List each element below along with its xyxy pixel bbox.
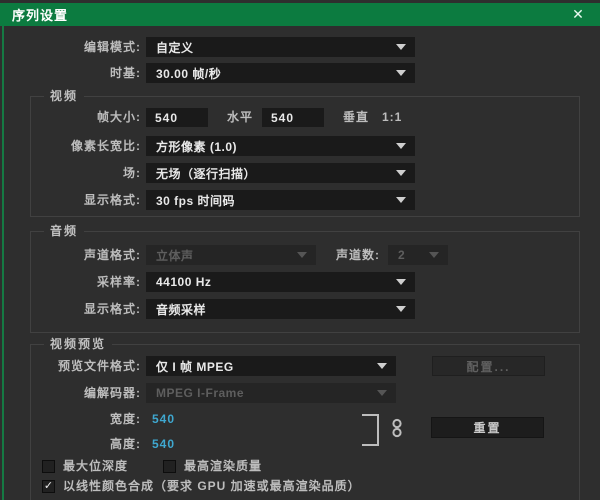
channel-format-dropdown: 立体声 <box>146 245 316 265</box>
frame-size-label: 帧大小: <box>97 110 141 124</box>
link-width-height-icon[interactable] <box>390 418 404 443</box>
edit-mode-value: 自定义 <box>156 40 194 55</box>
chevron-down-icon <box>297 252 307 258</box>
channel-count-label: 声道数: <box>336 248 380 262</box>
chevron-down-icon <box>396 143 406 149</box>
chevron-down-icon <box>396 70 406 76</box>
linear-color-label: 以线性颜色合成（要求 GPU 加速或最高渲染品质） <box>63 479 361 493</box>
chevron-down-icon <box>377 363 387 369</box>
window-edge-highlight <box>2 26 4 500</box>
pixel-aspect-dropdown[interactable]: 方形像素 (1.0) <box>146 136 415 156</box>
close-icon: ✕ <box>572 6 584 22</box>
preview-width-label: 宽度: <box>110 412 141 426</box>
reset-button[interactable]: 重置 <box>431 417 544 438</box>
aspect-ratio-value: 1:1 <box>382 110 403 124</box>
edit-mode-dropdown[interactable]: 自定义 <box>146 37 415 57</box>
configure-button-label: 配置... <box>466 359 511 374</box>
codec-value: MPEG I-Frame <box>156 386 245 400</box>
vertical-label: 垂直 <box>342 110 369 124</box>
timebase-dropdown[interactable]: 30.00 帧/秒 <box>146 63 415 83</box>
preview-height-value: 540 <box>152 437 176 451</box>
reset-button-label: 重置 <box>473 421 502 435</box>
horizontal-label: 水平 <box>226 110 253 124</box>
preview-width-value: 540 <box>152 412 176 426</box>
dialog-title: 序列设置 <box>12 8 69 23</box>
max-bit-depth-label: 最大位深度 <box>63 459 129 473</box>
chevron-down-icon <box>396 197 406 203</box>
audio-display-format-dropdown[interactable]: 音频采样 <box>146 299 415 319</box>
channel-format-label: 声道格式: <box>84 248 141 262</box>
channel-count-dropdown: 2 <box>388 245 448 265</box>
sequence-settings-dialog: 序列设置 ✕ 编辑模式: 自定义 时基: 30.00 帧/秒 视频 帧大小: 水… <box>0 0 600 500</box>
close-button[interactable]: ✕ <box>565 3 591 26</box>
preview-file-format-value: 仅 I 帧 MPEG <box>156 359 234 374</box>
max-render-quality-checkbox[interactable] <box>163 460 176 473</box>
chevron-down-icon <box>396 44 406 50</box>
fields-label: 场: <box>123 166 141 180</box>
video-display-format-label: 显示格式: <box>84 193 141 207</box>
fields-value: 无场（逐行扫描） <box>156 166 257 181</box>
sample-rate-value: 44100 Hz <box>156 275 212 289</box>
sample-rate-dropdown[interactable]: 44100 Hz <box>146 272 415 292</box>
video-section-legend: 视频 <box>44 88 85 104</box>
sample-rate-label: 采样率: <box>97 275 141 289</box>
frame-height-input[interactable] <box>262 108 324 127</box>
max-bit-depth-checkbox[interactable] <box>42 460 55 473</box>
codec-label: 编解码器: <box>84 386 141 400</box>
audio-display-format-label: 显示格式: <box>84 302 141 316</box>
dialog-titlebar: 序列设置 <box>0 3 600 26</box>
checkmark-icon: ✓ <box>43 480 54 492</box>
frame-width-input[interactable] <box>146 108 208 127</box>
codec-dropdown: MPEG I-Frame <box>146 383 396 403</box>
video-display-format-value: 30 fps 时间码 <box>156 193 236 208</box>
audio-display-format-value: 音频采样 <box>156 302 207 317</box>
chevron-down-icon <box>396 170 406 176</box>
linear-color-checkbox[interactable]: ✓ <box>42 480 55 493</box>
chevron-down-icon <box>377 390 387 396</box>
channel-count-value: 2 <box>398 248 406 262</box>
timebase-value: 30.00 帧/秒 <box>156 66 222 81</box>
timebase-label: 时基: <box>110 66 141 80</box>
preview-file-format-dropdown[interactable]: 仅 I 帧 MPEG <box>146 356 396 376</box>
link-bracket <box>362 414 379 446</box>
chevron-down-icon <box>396 279 406 285</box>
pixel-aspect-label: 像素长宽比: <box>71 139 141 153</box>
configure-button: 配置... <box>432 356 545 376</box>
video-display-format-dropdown[interactable]: 30 fps 时间码 <box>146 190 415 210</box>
channel-format-value: 立体声 <box>156 248 194 263</box>
chevron-down-icon <box>396 306 406 312</box>
chevron-down-icon <box>429 252 439 258</box>
pixel-aspect-value: 方形像素 (1.0) <box>156 139 238 154</box>
edit-mode-label: 编辑模式: <box>84 40 141 54</box>
max-render-quality-label: 最高渲染质量 <box>184 459 263 473</box>
audio-section-legend: 音频 <box>44 223 85 239</box>
fields-dropdown[interactable]: 无场（逐行扫描） <box>146 163 415 183</box>
preview-height-label: 高度: <box>110 437 141 451</box>
video-preview-section-legend: 视频预览 <box>44 336 113 352</box>
preview-file-format-label: 预览文件格式: <box>58 359 141 373</box>
